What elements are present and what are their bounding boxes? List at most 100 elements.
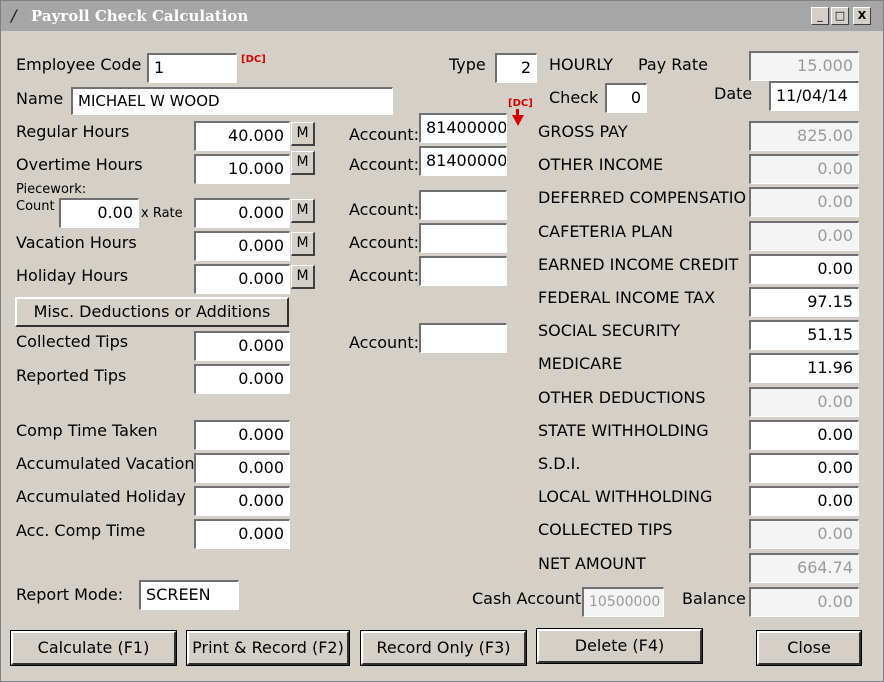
amount-field-local-withholding[interactable]: 0.00 — [749, 486, 859, 516]
window-title: Payroll Check Calculation — [31, 7, 249, 25]
amount-field-medicare[interactable]: 11.96 — [749, 353, 859, 383]
print-record-button[interactable]: Print & Record (F2) — [186, 630, 350, 666]
print-record-button-label: Print & Record (F2) — [192, 638, 344, 657]
maximize-button[interactable]: □ — [831, 7, 849, 25]
misc-deductions-button[interactable]: Misc. Deductions or Additions — [15, 297, 289, 327]
overtime-hours-label: Overtime Hours — [16, 155, 143, 174]
amount-label-deferred-compensatio: DEFERRED COMPENSATIO — [538, 188, 747, 207]
piecework-count-field[interactable]: 0.00 — [59, 198, 139, 228]
reported-tips-field[interactable]: 0.000 — [194, 364, 290, 394]
piecework-m-button[interactable]: M — [291, 199, 315, 223]
account-piecework-label: Account: — [349, 200, 419, 219]
type-field[interactable]: 2 — [495, 53, 537, 83]
close-window-button[interactable]: X — [853, 7, 871, 25]
account-piecework-field[interactable] — [419, 190, 507, 220]
calculate-button-label: Calculate (F1) — [37, 638, 150, 657]
accumulated-holiday-field[interactable]: 0.000 — [194, 486, 290, 516]
account-regular-field[interactable]: 81400000 — [419, 113, 507, 143]
regular-hours-field[interactable]: 40.000 — [194, 121, 290, 151]
cash-account-label: Cash Account — [472, 589, 582, 608]
accumulated-holiday-label: Accumulated Holiday — [16, 487, 186, 506]
amount-label-state-withholding: STATE WITHHOLDING — [538, 421, 709, 440]
amount-field-deferred-compensatio: 0.00 — [749, 187, 859, 217]
amount-field-cafeteria-plan: 0.00 — [749, 221, 859, 251]
delete-button-label: Delete (F4) — [574, 636, 665, 655]
comp-time-taken-field[interactable]: 0.000 — [194, 420, 290, 450]
amount-label-cafeteria-plan: CAFETERIA PLAN — [538, 222, 674, 241]
amount-field-other-deductions: 0.00 — [749, 387, 859, 417]
account-vacation-field[interactable] — [419, 223, 507, 253]
vacation-hours-m-button[interactable]: M — [291, 232, 315, 256]
regular-hours-label: Regular Hours — [16, 122, 130, 141]
amount-field-social-security[interactable]: 51.15 — [749, 320, 859, 350]
overtime-hours-field[interactable]: 10.000 — [194, 154, 290, 184]
type-text: HOURLY — [549, 55, 614, 74]
holiday-hours-m-button[interactable]: M — [291, 265, 315, 289]
amount-field-other-income: 0.00 — [749, 154, 859, 184]
balance-field: 0.00 — [749, 587, 859, 617]
app-icon: / — [11, 6, 17, 25]
amount-field-s-d-i[interactable]: 0.00 — [749, 453, 859, 483]
vacation-hours-label: Vacation Hours — [16, 233, 137, 252]
x-rate-label: x Rate — [141, 206, 183, 221]
regular-hours-m-button[interactable]: M — [291, 122, 315, 146]
accumulated-vacation-label: Accumulated Vacation — [16, 454, 195, 473]
account-vacation-label: Account: — [349, 233, 419, 252]
record-only-button[interactable]: Record Only (F3) — [360, 630, 527, 666]
vacation-hours-field[interactable]: 0.000 — [194, 231, 290, 261]
amount-label-social-security: SOCIAL SECURITY — [538, 321, 681, 340]
account-overtime-label: Account: — [349, 155, 419, 174]
type-label: Type — [449, 55, 486, 74]
pay-rate-field: 15.000 — [749, 51, 859, 81]
amount-label-net-amount: NET AMOUNT — [538, 554, 646, 573]
check-field[interactable]: 0 — [605, 83, 647, 113]
check-label: Check — [549, 88, 599, 107]
amount-label-other-deductions: OTHER DEDUCTIONS — [538, 388, 706, 407]
piecework-label: Piecework: — [16, 182, 87, 197]
employee-code-label: Employee Code — [16, 55, 142, 74]
title-bar: / Payroll Check Calculation _ □ X — [1, 1, 883, 31]
acc-comp-time-field[interactable]: 0.000 — [194, 519, 290, 549]
reported-tips-label: Reported Tips — [16, 366, 127, 385]
payroll-check-window: / Payroll Check Calculation _ □ X Employ… — [0, 0, 884, 682]
account-tips-label: Account: — [349, 333, 419, 352]
employee-code-field[interactable]: 1 — [147, 53, 237, 83]
account-tips-field[interactable] — [419, 323, 507, 353]
account-holiday-label: Account: — [349, 266, 419, 285]
acc-comp-time-label: Acc. Comp Time — [16, 521, 146, 540]
calculate-button[interactable]: Calculate (F1) — [10, 630, 177, 666]
name-field[interactable]: MICHAEL W WOOD — [71, 87, 393, 115]
account-overtime-field[interactable]: 81400000 — [419, 146, 507, 176]
collected-tips-label: Collected Tips — [16, 332, 129, 351]
record-only-button-label: Record Only (F3) — [376, 638, 511, 657]
report-mode-label: Report Mode: — [16, 585, 124, 604]
report-mode-field[interactable]: SCREEN — [139, 580, 239, 610]
piecework-rate-field[interactable]: 0.000 — [194, 198, 290, 228]
account-regular-label: Account: — [349, 125, 419, 144]
employee-code-dc-badge[interactable]: [DC] — [241, 54, 266, 65]
amount-label-collected-tips: COLLECTED TIPS — [538, 520, 673, 539]
accumulated-vacation-field[interactable]: 0.000 — [194, 453, 290, 483]
amount-field-federal-income-tax[interactable]: 97.15 — [749, 287, 859, 317]
close-button-label: Close — [787, 638, 831, 657]
comp-time-taken-label: Comp Time Taken — [16, 421, 158, 440]
holiday-hours-label: Holiday Hours — [16, 266, 129, 285]
account-dc-badge[interactable]: [DC] — [508, 98, 533, 109]
holiday-hours-field[interactable]: 0.000 — [194, 264, 290, 294]
account-holiday-field[interactable] — [419, 256, 507, 286]
amount-label-other-income: OTHER INCOME — [538, 155, 664, 174]
close-button[interactable]: Close — [756, 630, 862, 666]
minimize-button[interactable]: _ — [811, 7, 829, 25]
amount-label-federal-income-tax: FEDERAL INCOME TAX — [538, 288, 716, 307]
name-label: Name — [16, 89, 64, 108]
cash-account-field: 10500000 — [582, 587, 664, 617]
delete-button[interactable]: Delete (F4) — [536, 628, 703, 664]
overtime-hours-m-button[interactable]: M — [291, 151, 315, 175]
date-field[interactable]: 11/04/14 — [769, 81, 859, 111]
amount-field-collected-tips: 0.00 — [749, 519, 859, 549]
amount-field-earned-income-credit[interactable]: 0.00 — [749, 254, 859, 284]
amount-field-state-withholding[interactable]: 0.00 — [749, 420, 859, 450]
amount-label-s-d-i: S.D.I. — [538, 454, 581, 473]
red-down-arrow-icon[interactable] — [512, 115, 524, 126]
collected-tips-field[interactable]: 0.000 — [194, 331, 290, 361]
